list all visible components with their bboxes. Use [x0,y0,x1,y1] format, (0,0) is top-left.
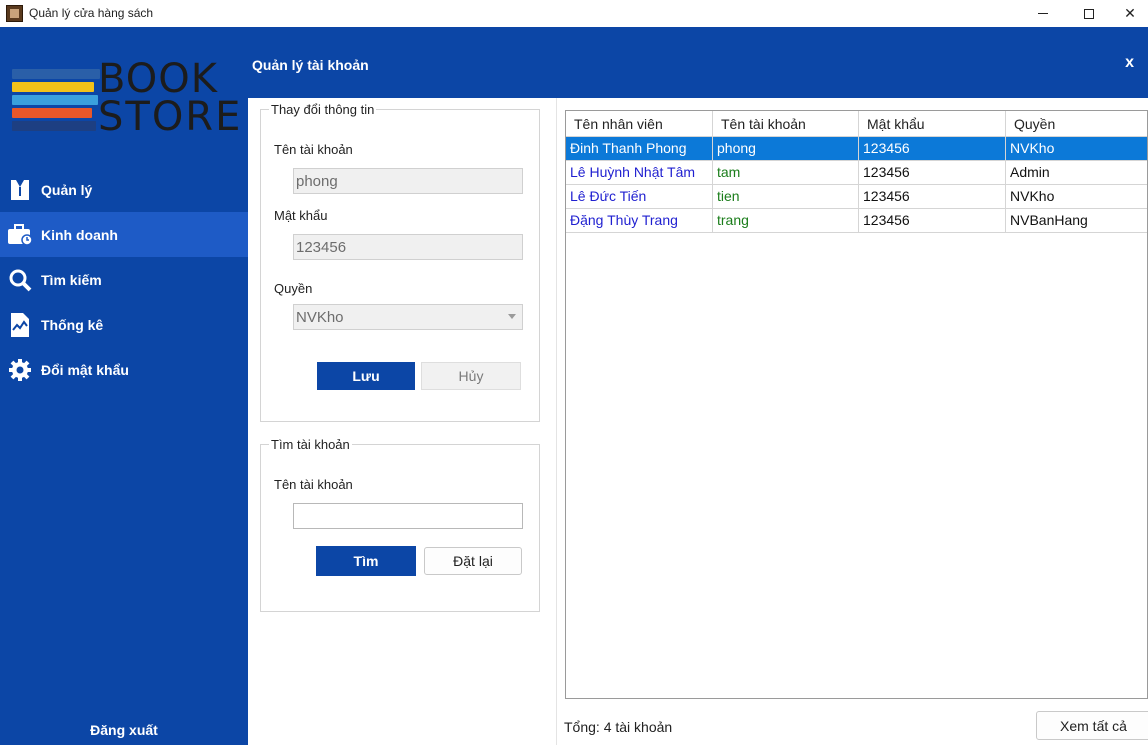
cell-employee-name: Lê Đức Tiến [566,185,713,209]
cell-username: trang [713,209,859,233]
reset-button[interactable]: Đặt lại [424,547,522,575]
role-select-value: NVKho [296,309,344,326]
edit-account-group: Thay đổi thông tin Tên tài khoản phong M… [260,102,540,422]
cell-employee-name: Đặng Thùy Trang [566,209,713,233]
search-username-input[interactable] [293,503,523,529]
briefcase-icon [7,222,33,248]
sidebar-item-quan-ly[interactable]: Quản lý [0,167,248,212]
cell-password: 123456 [859,137,1006,161]
search-button[interactable]: Tìm [316,546,416,576]
column-header[interactable]: Tên tài khoản [713,111,859,137]
sidebar-item-label: Kinh doanh [41,226,118,243]
table-row[interactable]: Đinh Thanh Phong phong 123456 NVKho [566,137,1147,161]
cancel-button[interactable]: Hủy [421,362,521,390]
sidebar: BOOK STORE Quản lý Kinh doanh Tìm kiếm T… [0,27,248,745]
cell-username: tien [713,185,859,209]
panel-divider [556,98,557,745]
sidebar-item-label: Tìm kiếm [41,271,102,288]
cell-employee-name: Lê Huỳnh Nhật Tâm [566,161,713,185]
badge-icon [7,177,33,203]
save-button[interactable]: Lưu [317,362,415,390]
minimize-button[interactable] [1020,0,1066,27]
search-username-label: Tên tài khoản [274,477,353,492]
cell-password: 123456 [859,185,1006,209]
password-label: Mật khẩu [274,208,328,223]
table-header: Tên nhân viên Tên tài khoản Mật khẩu Quy… [566,111,1147,137]
total-count: Tổng: 4 tài khoản [564,719,673,735]
show-all-button[interactable]: Xem tất cả [1036,711,1148,740]
search-icon [7,267,33,293]
role-label: Quyền [274,281,313,296]
page-header: Quản lý tài khoản x [248,27,1148,98]
cell-role: Admin [1010,164,1050,180]
sidebar-item-label: Quản lý [41,181,93,198]
cell-password: 123456 [859,209,1006,233]
minimize-icon [1038,13,1048,14]
sidebar-item-kinh-doanh[interactable]: Kinh doanh [0,212,248,257]
cell-password: 123456 [859,161,1006,185]
window-close-button[interactable]: ✕ [1112,0,1148,27]
sidebar-item-thong-ke[interactable]: Thống kê [0,302,248,347]
cell-role: NVKho [1010,140,1055,156]
username-field[interactable]: phong [293,168,523,194]
chart-doc-icon [7,312,33,338]
page-title: Quản lý tài khoản [252,57,369,73]
table-row[interactable]: Lê Huỳnh Nhật Tâm tam 123456 Admin [566,161,1147,185]
table-row[interactable]: Đặng Thùy Trang trang 123456 NVBanHang [566,209,1147,233]
cell-role: NVBanHang [1010,212,1088,228]
maximize-button[interactable] [1066,0,1112,27]
column-header[interactable]: Quyền [1006,111,1147,137]
chevron-down-icon [508,314,516,319]
column-header[interactable]: Tên nhân viên [566,111,713,137]
maximize-icon [1084,8,1094,19]
logo-text-book: BOOK [98,56,218,102]
role-select[interactable]: NVKho [293,304,523,330]
gear-icon [7,357,33,383]
search-account-legend: Tìm tài khoản [269,437,352,452]
password-field[interactable]: 123456 [293,234,523,260]
close-panel-button[interactable]: x [1125,54,1134,72]
search-account-group: Tìm tài khoản Tên tài khoản Tìm Đặt lại [260,437,540,612]
sidebar-item-label: Thống kê [41,316,104,333]
cell-employee-name: Đinh Thanh Phong [566,137,713,161]
logo-books-graphic [12,69,104,135]
accounts-table[interactable]: Tên nhân viên Tên tài khoản Mật khẩu Quy… [565,110,1148,699]
sidebar-item-tim-kiem[interactable]: Tìm kiếm [0,257,248,302]
cell-username: phong [713,137,859,161]
logout-button[interactable]: Đăng xuất [0,715,248,745]
cell-role: NVKho [1010,188,1055,204]
sidebar-item-doi-mat-khau[interactable]: Đổi mật khẩu [0,347,248,392]
window-titlebar: Quản lý cửa hàng sách ✕ [0,0,1148,27]
sidebar-item-label: Đổi mật khẩu [41,361,129,378]
username-label: Tên tài khoản [274,142,353,157]
column-header[interactable]: Mật khẩu [859,111,1006,137]
app-icon [6,5,23,22]
window-title: Quản lý cửa hàng sách [29,6,154,20]
table-row[interactable]: Lê Đức Tiến tien 123456 NVKho [566,185,1147,209]
edit-account-legend: Thay đổi thông tin [269,102,377,117]
cell-username: tam [713,161,859,185]
bookstore-logo: BOOK STORE [12,56,240,139]
logo-text-store: STORE [98,94,243,140]
